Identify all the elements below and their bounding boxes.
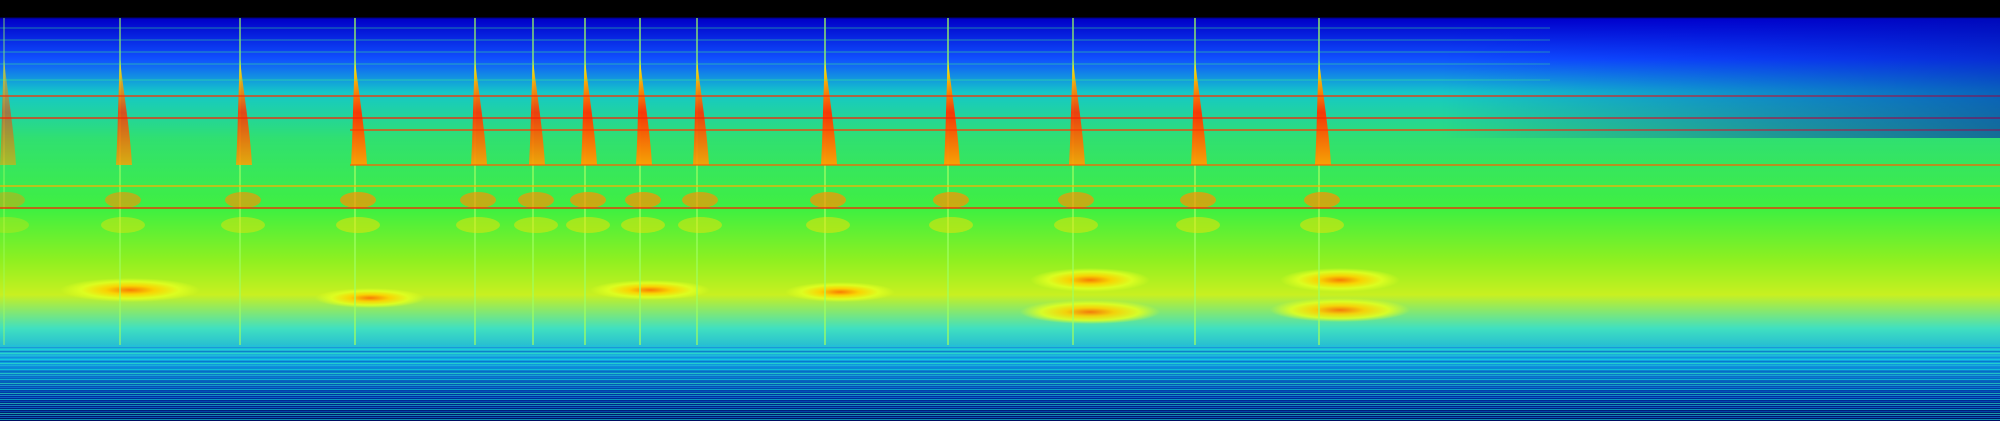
low-band-streak (0, 355, 2000, 356)
onset-ring (1176, 217, 1220, 233)
onset-ring (336, 217, 380, 233)
low-band-streak (0, 387, 2000, 388)
low-band-streak (0, 369, 2000, 370)
low-band-streak (0, 371, 2000, 372)
low-band-streak (0, 381, 2000, 382)
onset-ring (221, 217, 265, 233)
low-band-streak (0, 397, 2000, 398)
low-band-streak (0, 419, 2000, 420)
low-band-streak (0, 375, 2000, 376)
onset-ring (225, 192, 261, 208)
low-band-streak (0, 349, 2000, 350)
spectrogram-view (0, 0, 2000, 421)
onset-ring (340, 192, 376, 208)
low-band-streak (0, 345, 2000, 346)
onset-ring (810, 192, 846, 208)
low-band-streak (0, 393, 2000, 394)
onset-ring (806, 217, 850, 233)
onset-ring (105, 192, 141, 208)
resonance-blob (1030, 268, 1150, 292)
low-band-streak (0, 385, 2000, 386)
onset-ring (1180, 192, 1216, 208)
onset-ring (682, 192, 718, 208)
low-band-streak (0, 413, 2000, 414)
low-band-streak (0, 417, 2000, 418)
low-band-streak (0, 407, 2000, 408)
low-band-streak (0, 383, 2000, 384)
onset-ring (678, 217, 722, 233)
onset-ring (1300, 217, 1344, 233)
onset-ring (1304, 192, 1340, 208)
onset-ring (566, 217, 610, 233)
onset-ring (625, 192, 661, 208)
low-band-streak (0, 357, 2000, 358)
low-band-streak (0, 367, 2000, 368)
resonance-blob (590, 280, 710, 300)
resonance-blob (60, 278, 200, 302)
low-band-streak (0, 363, 2000, 364)
onset-ring (1054, 217, 1098, 233)
onset-ring (514, 217, 558, 233)
onset-ring (621, 217, 665, 233)
low-band-streak (0, 361, 2000, 362)
low-band-streak (0, 401, 2000, 402)
onset-ring (460, 192, 496, 208)
low-band-streak (0, 365, 2000, 366)
resonance-blob (315, 288, 425, 308)
onset-ring (1058, 192, 1094, 208)
low-band-streak (0, 377, 2000, 378)
onset-ring (456, 217, 500, 233)
low-band-streak (0, 351, 2000, 352)
resonance-blob (1020, 300, 1160, 324)
low-band-streak (0, 347, 2000, 348)
low-band-streak (0, 391, 2000, 392)
low-band-streak (0, 405, 2000, 406)
low-band-streak (0, 409, 2000, 410)
spectrogram-image (0, 0, 2000, 421)
low-band-streak (0, 403, 2000, 404)
low-band-streak (0, 415, 2000, 416)
low-band-streak (0, 389, 2000, 390)
resonance-blob (1280, 268, 1400, 292)
onset-ring (929, 217, 973, 233)
onset-ring (570, 192, 606, 208)
resonance-blob (785, 282, 895, 302)
onset-ring (101, 217, 145, 233)
onset-ring (518, 192, 554, 208)
low-band-streak (0, 373, 2000, 374)
onset-ring (933, 192, 969, 208)
low-band-streak (0, 411, 2000, 412)
low-band-streak (0, 359, 2000, 360)
low-band-streak (0, 395, 2000, 396)
low-band-streak (0, 353, 2000, 354)
low-band-streak (0, 399, 2000, 400)
resonance-blob (1270, 298, 1410, 322)
low-band-streak (0, 379, 2000, 380)
high-freq-fade (0, 18, 2000, 138)
